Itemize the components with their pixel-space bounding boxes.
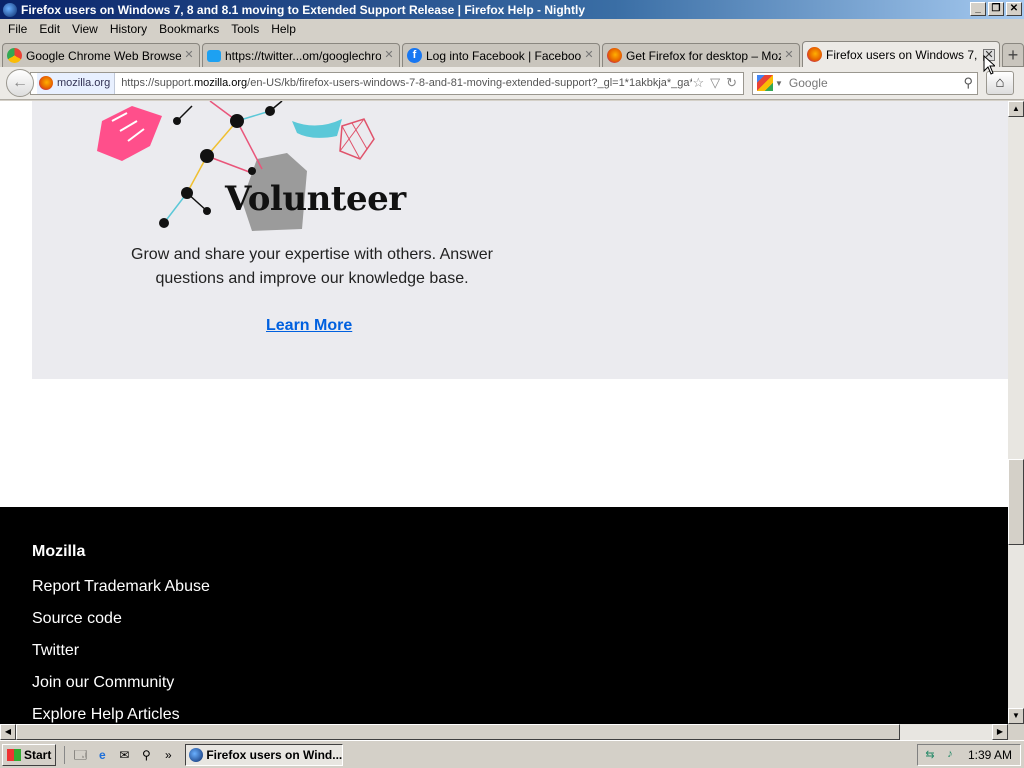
close-tab-icon[interactable]: ✕ <box>383 49 395 62</box>
twitter-icon <box>207 49 221 62</box>
show-desktop-icon[interactable]: 🗔 <box>71 746 89 764</box>
url-bar[interactable]: mozilla.org https://support.mozilla.org/… <box>30 71 744 95</box>
tab-firefox-users-windows[interactable]: Firefox users on Windows 7, 8 ... ✕ <box>802 41 1000 67</box>
restore-button[interactable]: ❐ <box>988 2 1004 16</box>
footer-link-list: Report Trademark Abuse Source code Twitt… <box>32 577 210 724</box>
close-tab-icon[interactable]: ✕ <box>783 49 795 62</box>
navigation-toolbar: ← mozilla.org https://support.mozilla.or… <box>0 67 1024 100</box>
footer-link-join-community[interactable]: Join our Community <box>32 673 210 705</box>
quick-launch: 🗔 e ✉ ⚲ » <box>64 745 177 764</box>
chrome-icon <box>7 48 22 63</box>
nightly-app-icon <box>3 2 17 17</box>
scroll-left-icon[interactable]: ◀ <box>0 724 16 740</box>
mouse-cursor-icon <box>983 55 995 75</box>
tab-label: Google Chrome Web Browser <box>26 48 181 63</box>
clock[interactable]: 1:39 AM <box>968 748 1012 762</box>
tab-get-firefox[interactable]: Get Firefox for desktop – Mozill... ✕ <box>602 43 800 67</box>
tab-label: Get Firefox for desktop – Mozill... <box>626 48 781 63</box>
footer-heading-mozilla: Mozilla <box>32 543 86 560</box>
scroll-right-icon[interactable]: ▶ <box>992 724 1008 740</box>
window-titlebar[interactable]: Firefox users on Windows 7, 8 and 8.1 mo… <box>0 0 1024 19</box>
scrollbar-corner <box>1008 724 1024 740</box>
close-tab-icon[interactable]: ✕ <box>183 49 195 62</box>
tab-twitter[interactable]: https://twitter...om/googlechrome ✕ <box>202 43 400 67</box>
new-tab-button[interactable]: + <box>1002 43 1024 67</box>
facebook-icon: f <box>407 48 422 63</box>
network-icon[interactable]: ⇆ <box>922 748 938 762</box>
url-bar-icons: ☆ ▽ ↻ <box>692 75 743 91</box>
url-text[interactable]: https://support.mozilla.org/en-US/kb/fir… <box>121 77 692 89</box>
search-icon[interactable]: ⚲ <box>963 75 973 91</box>
back-button[interactable]: ← <box>6 69 34 97</box>
volume-icon[interactable]: ♪ <box>942 748 958 762</box>
footer-link-twitter[interactable]: Twitter <box>32 641 210 673</box>
window-controls: _ ❐ ✕ <box>970 2 1022 16</box>
menu-help[interactable]: Help <box>265 22 302 36</box>
search-bar[interactable]: ▼ Google ⚲ <box>752 71 978 95</box>
windows-logo-icon <box>7 748 21 761</box>
vertical-scrollbar[interactable]: ▲ ▼ <box>1008 101 1024 724</box>
menu-history[interactable]: History <box>104 22 153 36</box>
firefox-icon <box>39 76 53 90</box>
start-label: Start <box>24 747 52 762</box>
close-window-button[interactable]: ✕ <box>1006 2 1022 16</box>
volunteer-heading: Volunteer <box>225 179 406 219</box>
internet-explorer-icon[interactable]: e <box>93 746 111 764</box>
menu-file[interactable]: File <box>2 22 33 36</box>
vertical-scroll-thumb[interactable] <box>1008 459 1024 545</box>
footer-link-explore-help-articles[interactable]: Explore Help Articles <box>32 705 210 724</box>
window-title: Firefox users on Windows 7, 8 and 8.1 mo… <box>21 2 586 17</box>
tab-strip: Google Chrome Web Browser ✕ https://twit… <box>0 40 1024 67</box>
site-identity-button[interactable]: mozilla.org <box>37 72 116 94</box>
nightly-app-icon <box>189 747 204 762</box>
menu-edit[interactable]: Edit <box>33 22 66 36</box>
horizontal-scroll-thumb[interactable] <box>16 724 900 740</box>
url-domain: mozilla.org <box>193 77 248 89</box>
chevron-more-icon[interactable]: » <box>159 746 177 764</box>
learn-more-link[interactable]: Learn More <box>266 317 352 335</box>
taskbar-window-label: Firefox users on Wind... <box>206 747 343 762</box>
url-prefix: https://support. <box>121 77 194 89</box>
history-dropdown-icon[interactable]: ▽ <box>710 75 720 91</box>
menu-view[interactable]: View <box>66 22 104 36</box>
tab-chrome[interactable]: Google Chrome Web Browser ✕ <box>2 43 200 67</box>
scroll-down-icon[interactable]: ▼ <box>1008 708 1024 724</box>
taskbar-firefox-window[interactable]: Firefox users on Wind... <box>185 743 344 766</box>
site-identity-domain: mozilla.org <box>57 77 111 89</box>
outlook-express-icon[interactable]: ✉ <box>115 746 133 764</box>
search-input[interactable]: Google <box>789 76 964 90</box>
search-icon[interactable]: ⚲ <box>137 746 155 764</box>
tab-facebook[interactable]: f Log into Facebook | Facebook ✕ <box>402 43 600 67</box>
page-content: Volunteer Grow and share your expertise … <box>0 101 1008 724</box>
url-path: /en-US/kb/firefox-users-windows-7-8-and-… <box>247 77 693 89</box>
page-footer: Mozilla Report Trademark Abuse Source co… <box>0 507 1008 724</box>
google-engine-icon[interactable] <box>757 75 773 91</box>
firefox-icon <box>607 48 622 63</box>
reload-icon[interactable]: ↻ <box>726 75 737 91</box>
close-tab-icon[interactable]: ✕ <box>583 49 595 62</box>
firefox-icon <box>807 47 822 62</box>
tab-label: Log into Facebook | Facebook <box>426 48 581 63</box>
volunteer-description: Grow and share your expertise with other… <box>131 246 493 287</box>
scroll-up-icon[interactable]: ▲ <box>1008 101 1024 117</box>
footer-link-source-code[interactable]: Source code <box>32 609 210 641</box>
horizontal-scrollbar[interactable]: ◀ ▶ <box>0 724 1008 740</box>
footer-link-report-trademark-abuse[interactable]: Report Trademark Abuse <box>32 577 210 609</box>
system-tray: ⇆ ♪ 1:39 AM <box>917 744 1021 766</box>
minimize-button[interactable]: _ <box>970 2 986 16</box>
tab-label: Firefox users on Windows 7, 8 ... <box>826 47 981 62</box>
menu-bar: File Edit View History Bookmarks Tools H… <box>0 19 1024 39</box>
start-button[interactable]: Start <box>2 743 57 766</box>
taskbar: Start 🗔 e ✉ ⚲ » Firefox users on Wind...… <box>0 740 1024 768</box>
tab-label: https://twitter...om/googlechrome <box>225 48 381 63</box>
volunteer-card: Volunteer Grow and share your expertise … <box>32 101 1008 379</box>
menu-tools[interactable]: Tools <box>225 22 265 36</box>
bookmark-star-icon[interactable]: ☆ <box>692 75 704 91</box>
engine-dropdown-icon[interactable]: ▼ <box>775 79 783 88</box>
menu-bookmarks[interactable]: Bookmarks <box>153 22 225 36</box>
